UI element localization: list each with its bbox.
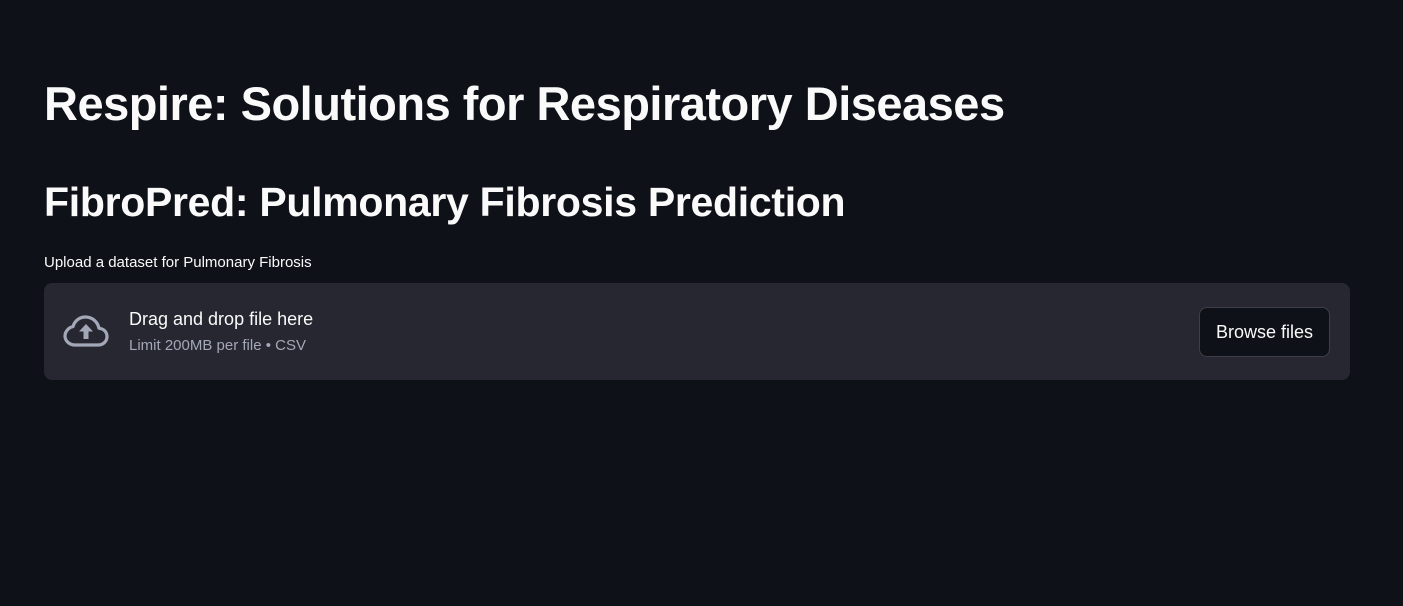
dropzone-instructions: Drag and drop file here Limit 200MB per …	[129, 307, 313, 356]
drag-drop-text: Drag and drop file here	[129, 309, 314, 329]
section-title: FibroPred: Pulmonary Fibrosis Prediction	[44, 179, 846, 225]
page-title: Respire: Solutions for Respiratory Disea…	[44, 77, 1005, 130]
file-dropzone[interactable]: Drag and drop file here Limit 200MB per …	[44, 283, 1350, 380]
cloud-upload-icon	[63, 313, 109, 349]
app-page: Respire: Solutions for Respiratory Disea…	[0, 0, 1403, 606]
file-uploader-label: Upload a dataset for Pulmonary Fibrosis	[44, 254, 312, 271]
browse-files-button[interactable]: Browse files	[1199, 307, 1330, 357]
file-limit-text: Limit 200MB per file • CSV	[129, 337, 306, 354]
